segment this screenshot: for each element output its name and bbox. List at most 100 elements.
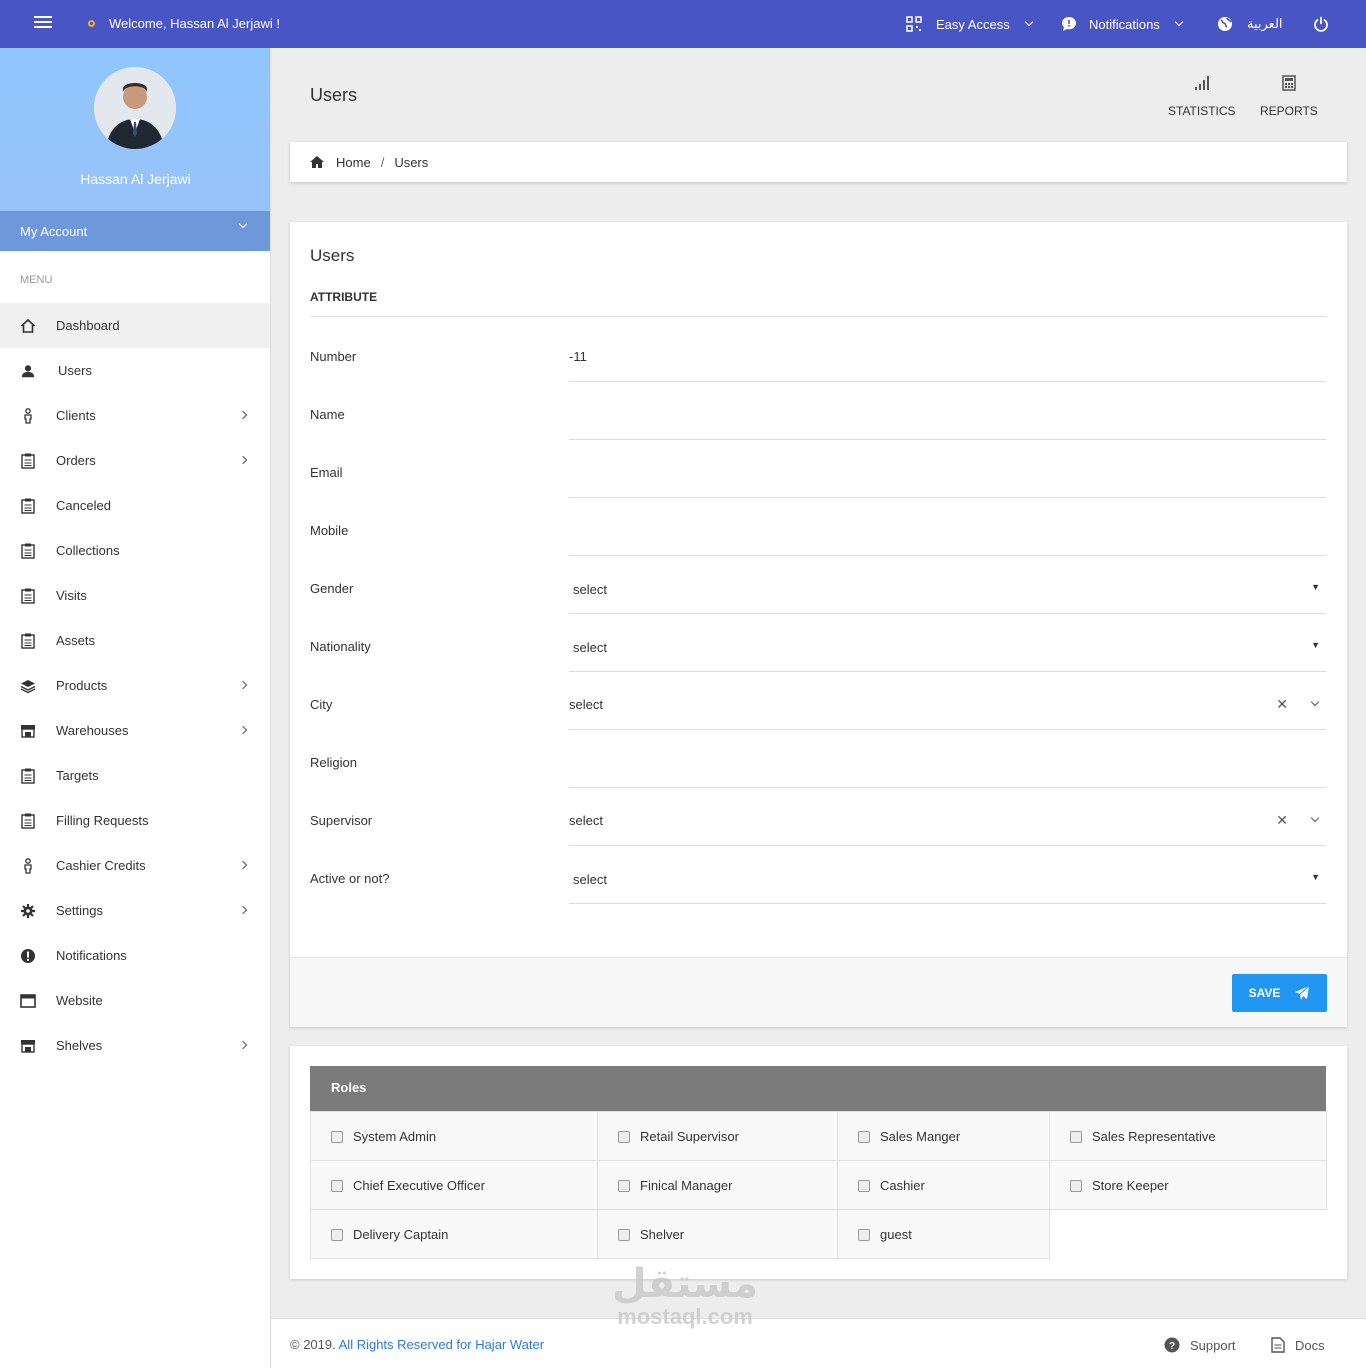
save-button[interactable]: SAVE xyxy=(1232,974,1327,1012)
clear-icon[interactable]: ✕ xyxy=(1276,812,1288,829)
copyright-year: © 2019. xyxy=(290,1337,336,1352)
sidebar-item-dashboard[interactable]: Dashboard xyxy=(0,303,270,348)
chevron-down-icon xyxy=(238,219,248,229)
sidebar-item-products[interactable]: Products xyxy=(0,663,270,708)
role-checkbox[interactable] xyxy=(858,1228,870,1241)
sidebar-item-users[interactable]: Users xyxy=(0,348,270,393)
role-checkbox[interactable] xyxy=(618,1179,630,1192)
sidebar-item-label: Canceled xyxy=(56,498,111,513)
sidebar-item-label: Settings xyxy=(56,903,103,918)
sidebar-item-cashier-credits[interactable]: Cashier Credits xyxy=(0,843,270,888)
notifications-label: Notifications xyxy=(1089,16,1160,32)
power-button[interactable] xyxy=(1313,0,1329,48)
nationality-select-value: select xyxy=(573,640,607,655)
clear-icon[interactable]: ✕ xyxy=(1276,696,1288,713)
sidebar-item-website[interactable]: Website xyxy=(0,978,270,1023)
copyright: © 2019. All Rights Reserved for Hajar Wa… xyxy=(290,1337,544,1352)
name-input[interactable] xyxy=(569,390,1326,440)
sidebar-item-assets[interactable]: Assets xyxy=(0,618,270,663)
sidebar-item-clients[interactable]: Clients xyxy=(0,393,270,438)
support-link[interactable]: ? Support xyxy=(1164,1337,1236,1353)
sidebar-item-filling-requests[interactable]: Filling Requests xyxy=(0,798,270,843)
religion-input[interactable] xyxy=(569,738,1326,788)
role-checkbox[interactable] xyxy=(331,1228,343,1241)
table-row: Delivery Captain Shelver guest xyxy=(310,1209,1327,1259)
role-checkbox[interactable] xyxy=(618,1130,630,1143)
role-checkbox[interactable] xyxy=(858,1130,870,1143)
email-input[interactable] xyxy=(569,448,1326,498)
hamburger-menu-icon[interactable] xyxy=(34,16,52,30)
my-account-label: My Account xyxy=(20,223,88,239)
role-cell[interactable]: Cashier xyxy=(837,1160,1050,1210)
active-select[interactable]: select ▼ xyxy=(569,854,1326,904)
supervisor-select[interactable]: select ✕ xyxy=(569,796,1326,846)
language-label: العربية xyxy=(1247,16,1283,31)
role-checkbox[interactable] xyxy=(618,1228,630,1241)
caret-down-icon: ▼ xyxy=(1311,640,1320,650)
clipboard-icon xyxy=(20,453,36,469)
layers-icon xyxy=(20,678,36,694)
statistics-button[interactable]: STATISTICS xyxy=(1168,75,1236,118)
sidebar-item-label: Cashier Credits xyxy=(56,858,146,873)
sidebar-item-label: Collections xyxy=(56,543,120,558)
help-icon: ? xyxy=(1164,1337,1180,1353)
sidebar-item-targets[interactable]: Targets xyxy=(0,753,270,798)
chevron-right-icon xyxy=(238,455,248,465)
sidebar-item-label: Website xyxy=(56,993,103,1008)
role-checkbox[interactable] xyxy=(1070,1130,1082,1143)
clipboard-icon xyxy=(20,768,36,784)
nationality-select[interactable]: select ▼ xyxy=(569,622,1326,672)
clipboard-icon xyxy=(20,633,36,649)
profile-name: Hassan Al Jerjawi xyxy=(80,171,191,187)
sidebar-item-settings[interactable]: Settings xyxy=(0,888,270,933)
sidebar-item-canceled[interactable]: Canceled xyxy=(0,483,270,528)
role-cell[interactable]: Delivery Captain xyxy=(310,1209,598,1259)
reports-button[interactable]: REPORTS xyxy=(1260,75,1318,118)
sidebar-item-notifications[interactable]: Notifications xyxy=(0,933,270,978)
user-form-card: Users ATTRIBUTE Number -11 Name Email Mo… xyxy=(290,222,1347,1027)
gender-select[interactable]: select ▼ xyxy=(569,564,1326,614)
role-cell[interactable]: Sales Representative xyxy=(1049,1111,1327,1161)
roles-card: Roles System Admin Retail Supervisor Sal… xyxy=(290,1046,1347,1279)
sidebar-item-label: Products xyxy=(56,678,108,693)
docs-link[interactable]: Docs xyxy=(1271,1337,1325,1353)
role-cell[interactable]: Retail Supervisor xyxy=(597,1111,838,1161)
mobile-input[interactable] xyxy=(569,506,1326,556)
breadcrumb: Home / Users xyxy=(290,142,1347,182)
role-cell[interactable]: Chief Executive Officer xyxy=(310,1160,598,1210)
store-icon xyxy=(20,723,36,739)
role-cell[interactable]: Finical Manager xyxy=(597,1160,838,1210)
role-cell[interactable]: Store Keeper xyxy=(1049,1160,1327,1210)
sidebar-item-shelves[interactable]: Shelves xyxy=(0,1023,270,1068)
notifications-menu[interactable]: Notifications xyxy=(1061,0,1184,48)
language-switch[interactable]: العربية xyxy=(1217,0,1283,48)
city-select-value: select xyxy=(569,697,603,712)
role-checkbox[interactable] xyxy=(858,1179,870,1192)
sidebar-item-orders[interactable]: Orders xyxy=(0,438,270,483)
role-checkbox[interactable] xyxy=(331,1179,343,1192)
easy-access-menu[interactable]: Easy Access xyxy=(906,0,1033,48)
rights-link[interactable]: All Rights Reserved for Hajar Water xyxy=(339,1337,544,1352)
chevron-down-icon[interactable] xyxy=(1310,697,1320,707)
number-input[interactable]: -11 xyxy=(569,332,1326,382)
role-checkbox[interactable] xyxy=(331,1130,343,1143)
role-cell[interactable]: System Admin xyxy=(310,1111,598,1161)
chevron-down-icon[interactable] xyxy=(1310,813,1320,823)
role-cell[interactable]: Shelver xyxy=(597,1209,838,1259)
role-checkbox[interactable] xyxy=(1070,1179,1082,1192)
sidebar-item-warehouses[interactable]: Warehouses xyxy=(0,708,270,753)
role-cell[interactable]: Sales Manger xyxy=(837,1111,1050,1161)
sidebar-item-visits[interactable]: Visits xyxy=(0,573,270,618)
home-icon xyxy=(310,156,324,168)
my-account-toggle[interactable]: My Account xyxy=(0,211,270,251)
city-select[interactable]: select ✕ xyxy=(569,680,1326,730)
avatar[interactable] xyxy=(94,67,176,149)
sidebar-item-collections[interactable]: Collections xyxy=(0,528,270,573)
clipboard-icon xyxy=(20,588,36,604)
svg-text:?: ? xyxy=(1169,1341,1175,1352)
role-cell[interactable]: guest xyxy=(837,1209,1050,1259)
caret-down-icon: ▼ xyxy=(1311,582,1320,592)
sidebar-item-label: Visits xyxy=(56,588,87,603)
breadcrumb-home[interactable]: Home xyxy=(336,155,371,170)
supervisor-select-value: select xyxy=(569,813,603,828)
